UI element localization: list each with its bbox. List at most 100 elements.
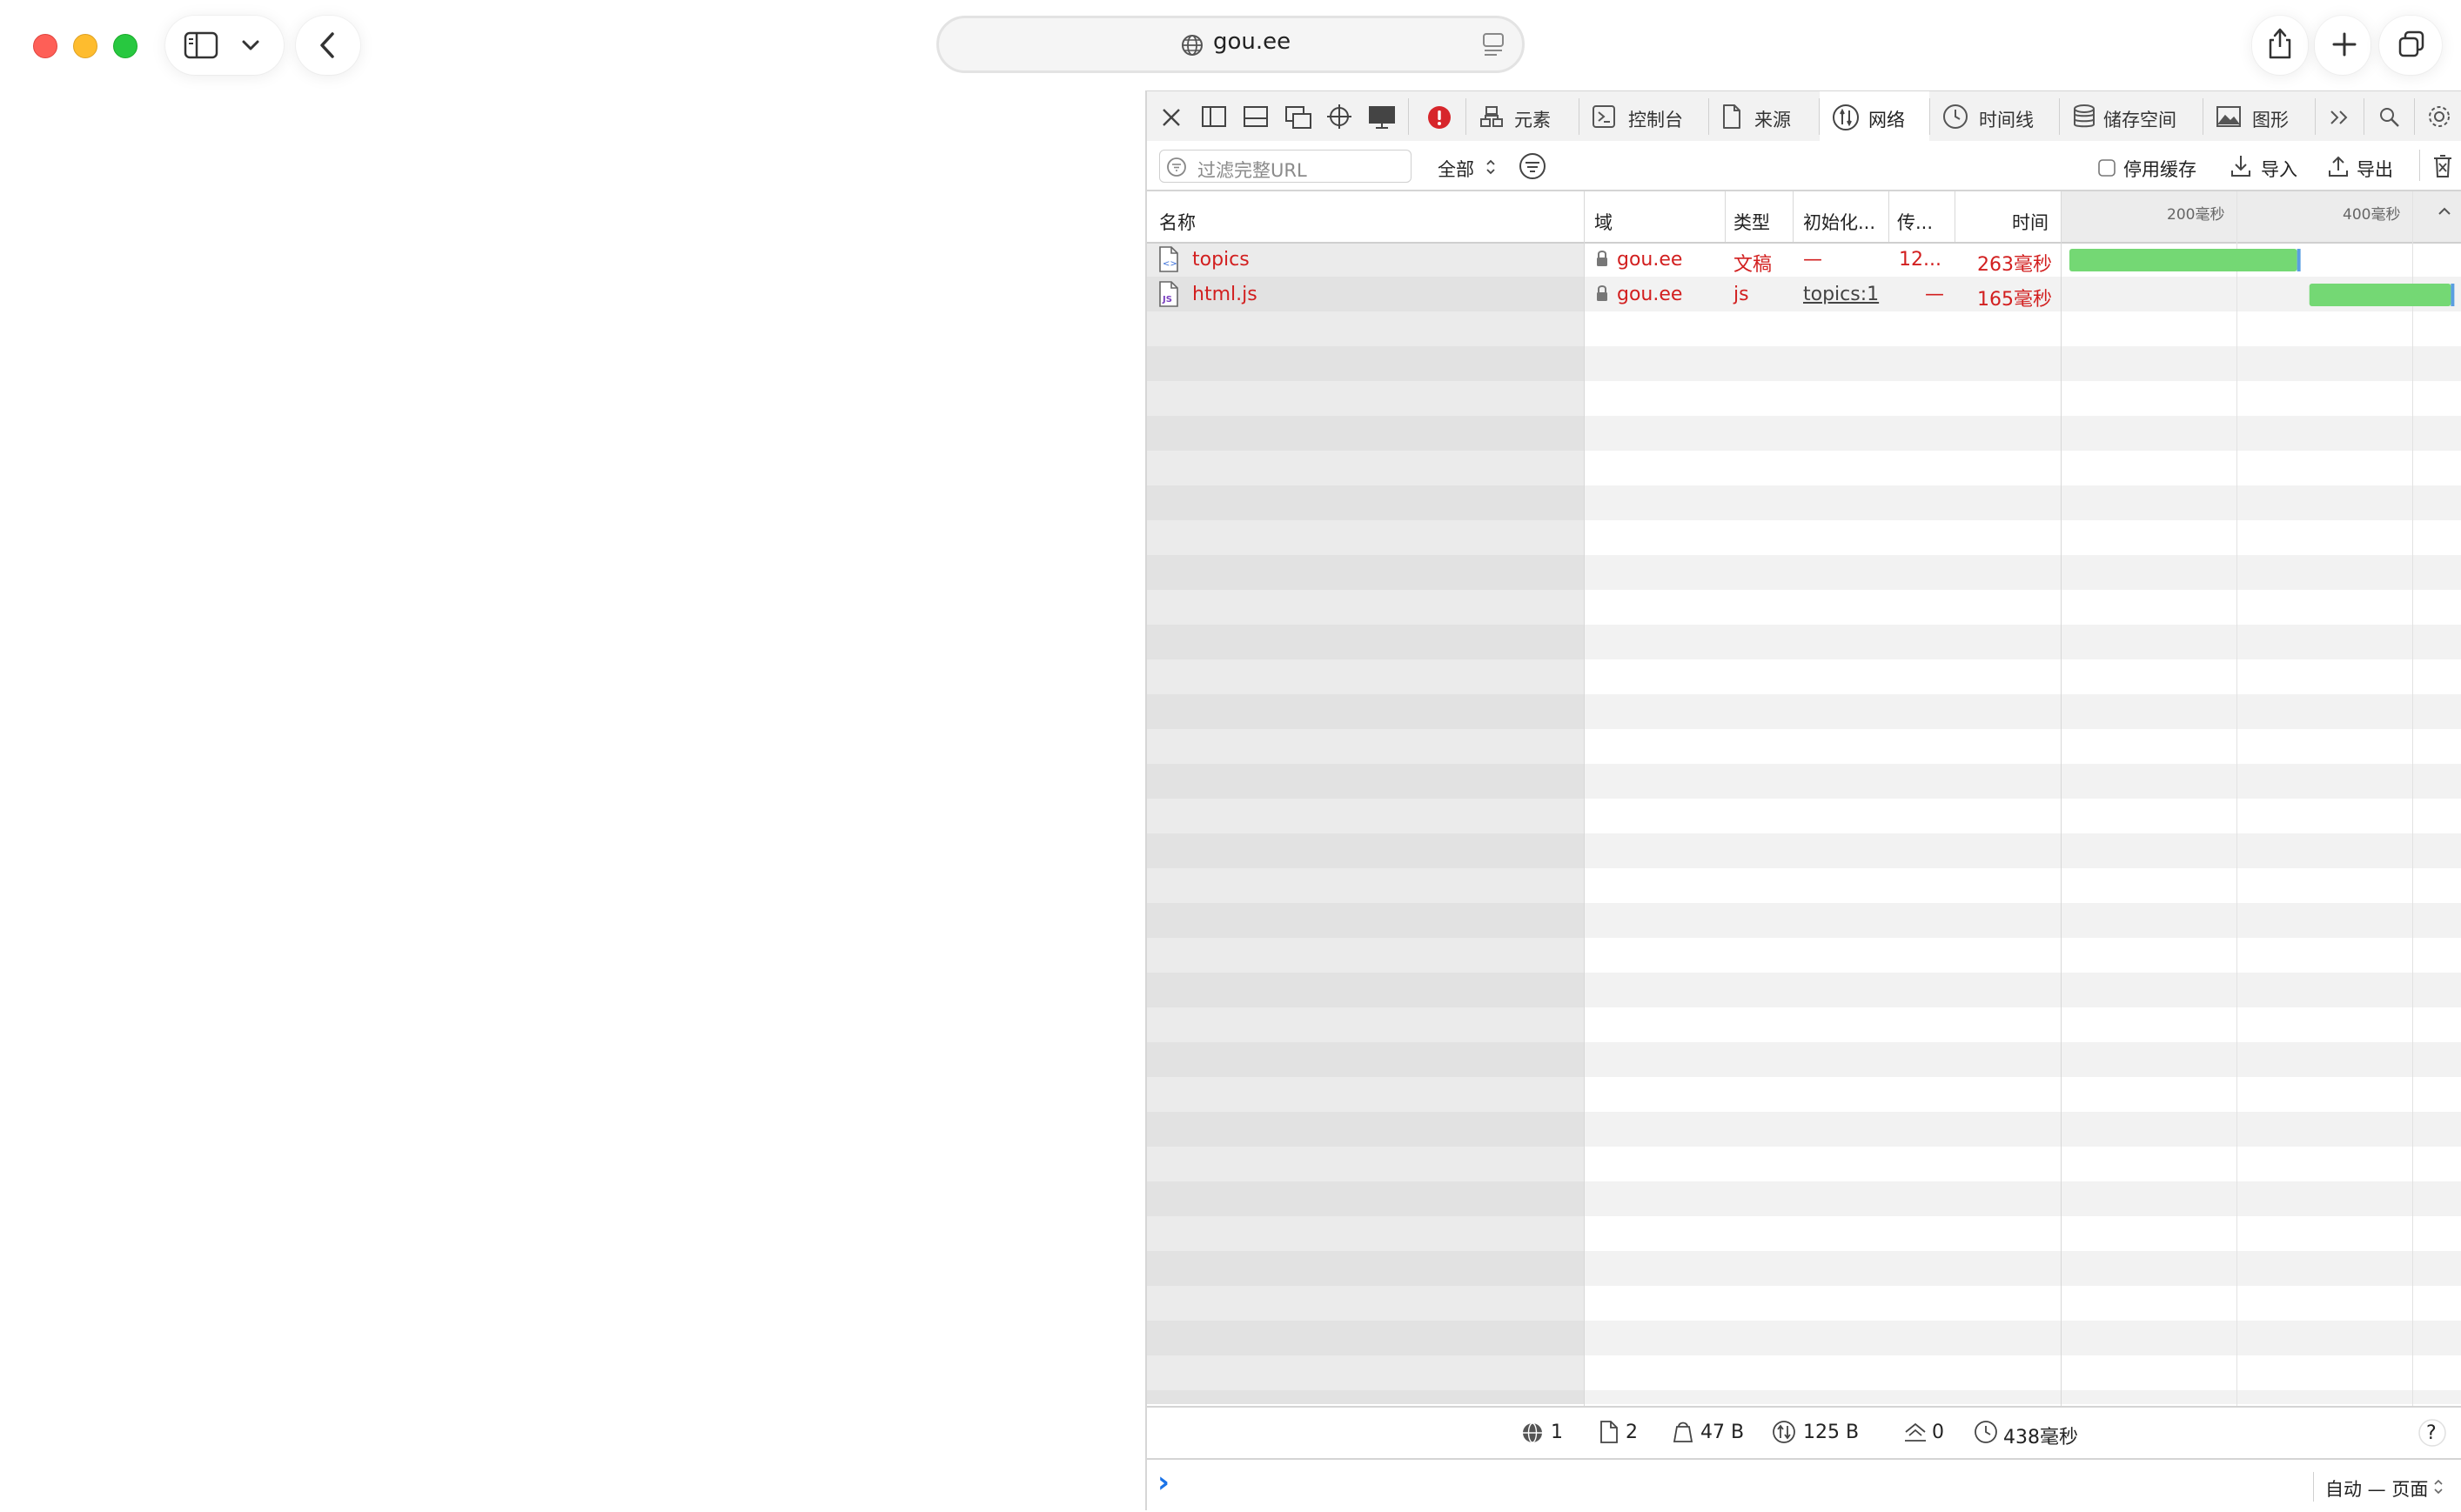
grid-stripe <box>1584 1390 2461 1404</box>
redirects-icon <box>1905 1422 1926 1442</box>
tab-console[interactable]: 控制台 <box>1579 91 1708 142</box>
grid-stripe <box>1147 311 1584 346</box>
back-icon[interactable] <box>315 30 341 61</box>
device-settings-icon[interactable] <box>1368 105 1396 130</box>
column-header-type[interactable]: 类型 <box>1733 209 1770 235</box>
clear-trash-icon[interactable] <box>2431 153 2454 179</box>
search-icon[interactable] <box>2377 105 2402 130</box>
column-header-initiator[interactable]: 初始化... <box>1803 209 1875 235</box>
close-icon[interactable] <box>1161 107 1182 128</box>
gear-icon[interactable] <box>2426 104 2452 130</box>
tab-elements[interactable]: 元素 <box>1467 91 1579 142</box>
grid-stripe <box>1584 764 2461 799</box>
detach-window-icon[interactable] <box>1284 105 1312 130</box>
sidebar-icon[interactable] <box>184 31 218 59</box>
grid-stripe <box>1147 590 1584 625</box>
grid-stripe <box>1584 555 2461 590</box>
dock-left-icon[interactable] <box>1201 105 1227 128</box>
grid-stripe <box>1147 1251 1584 1286</box>
devtools-tab-bar: 元素 控制台 来源 网络 时间线 储存空间 图形 <box>1147 90 2461 144</box>
grid-stripe <box>1147 485 1584 520</box>
column-header-time[interactable]: 时间 <box>2012 209 2049 235</box>
grid-stripe <box>1584 1077 2461 1112</box>
filter-options-icon[interactable] <box>1518 151 1547 181</box>
request-transfer: — <box>1925 284 1944 305</box>
initiator-link[interactable]: topics:1 <box>1803 284 1879 305</box>
grid-stripe <box>1147 833 1584 868</box>
web-inspector: 元素 控制台 来源 网络 时间线 储存空间 图形 过滤完整URL 全部 停用缓存… <box>1145 90 2461 1512</box>
resources-count: 2 <box>1626 1422 1638 1443</box>
column-header-name[interactable]: 名称 <box>1159 209 1196 235</box>
import-button[interactable]: 导入 <box>2261 156 2297 182</box>
resources-icon <box>1600 1421 1618 1443</box>
request-name: topics <box>1192 249 1250 271</box>
toolbar-separator <box>1465 98 1466 135</box>
tab-timelines[interactable]: 时间线 <box>1930 91 2059 142</box>
execution-context-select[interactable]: 自动 — 页面 <box>2325 1475 2428 1502</box>
grid-stripe <box>1584 868 2461 903</box>
column-header-domain[interactable]: 域 <box>1594 209 1613 235</box>
import-icon[interactable] <box>2230 153 2252 179</box>
column-divider[interactable] <box>1888 191 1889 242</box>
grid-stripe <box>1584 451 2461 485</box>
column-divider[interactable] <box>1584 191 1585 1406</box>
error-indicator-icon[interactable] <box>1427 105 1452 130</box>
waterfall-bar[interactable] <box>2069 249 2297 271</box>
column-divider[interactable] <box>2061 191 2062 1406</box>
disable-cache-label: 停用缓存 <box>2123 159 2196 180</box>
reader-icon[interactable] <box>1481 31 1505 57</box>
sort-chevron-up-icon[interactable] <box>2437 205 2452 217</box>
export-icon[interactable] <box>2327 153 2350 179</box>
grid-stripe <box>1147 1077 1584 1112</box>
request-domain: gou.ee <box>1617 284 1683 305</box>
element-picker-icon[interactable] <box>1326 104 1352 130</box>
grid-stripe <box>1147 1042 1584 1077</box>
column-divider[interactable] <box>1793 191 1794 242</box>
waterfall-chart <box>2069 249 2455 306</box>
network-grid-background <box>1147 242 2461 1404</box>
help-button[interactable]: ? <box>2426 1422 2437 1444</box>
grid-stripe <box>1147 799 1584 833</box>
grid-stripe <box>1147 625 1584 659</box>
zoom-window-button[interactable] <box>113 34 137 58</box>
column-divider[interactable] <box>1725 191 1726 242</box>
request-transfer: 12... <box>1899 249 1941 271</box>
export-button[interactable]: 导出 <box>2357 156 2393 182</box>
grid-stripe <box>1147 520 1584 555</box>
resource-type-select[interactable]: 全部 <box>1438 156 1474 182</box>
tab-overview-icon[interactable] <box>2397 30 2426 61</box>
dock-bottom-icon[interactable] <box>1243 105 1269 128</box>
tab-separator <box>2315 98 2316 135</box>
share-icon[interactable] <box>2266 26 2294 61</box>
request-time: 165毫秒 <box>1977 289 2052 311</box>
tab-graphics[interactable]: 图形 <box>2203 91 2315 142</box>
tab-network[interactable]: 网络 <box>1820 91 1929 142</box>
plus-icon[interactable] <box>2332 31 2357 57</box>
console-prompt-chevron: › <box>1157 1465 1170 1500</box>
tab-label: 时间线 <box>1979 110 2034 130</box>
select-arrows-icon <box>2434 1479 2443 1495</box>
tab-storage[interactable]: 储存空间 <box>2060 91 2203 142</box>
more-tabs-icon[interactable] <box>2329 109 2351 126</box>
waterfall-bar[interactable] <box>2309 284 2451 306</box>
filter-icon <box>1167 157 1186 177</box>
grid-stripe <box>1584 381 2461 416</box>
load-time-icon <box>1975 1421 1997 1443</box>
grid-stripe <box>1147 1286 1584 1321</box>
waterfall-tick-label: 400毫秒 <box>2343 206 2401 224</box>
column-header-transfer[interactable]: 传... <box>1897 209 1933 235</box>
close-window-button[interactable] <box>33 34 57 58</box>
grid-stripe <box>1584 590 2461 625</box>
document-file-icon: <> <box>1159 246 1178 272</box>
minimize-window-button[interactable] <box>73 34 97 58</box>
network-status-bar: 1 2 47 B 125 B 0 438毫秒 ? <box>1147 1406 2461 1458</box>
grid-stripe <box>1584 1355 2461 1390</box>
toolbar-separator <box>2414 98 2415 135</box>
console-prompt-bar[interactable]: › 自动 — 页面 <box>1147 1458 2461 1512</box>
tab-sources[interactable]: 来源 <box>1709 91 1819 142</box>
grid-stripe <box>1147 659 1584 694</box>
disable-cache-checkbox[interactable] <box>2097 158 2116 177</box>
waterfall-header[interactable] <box>2061 191 2461 242</box>
redirects-count: 0 <box>1932 1422 1944 1443</box>
chevron-down-icon[interactable] <box>240 37 261 54</box>
